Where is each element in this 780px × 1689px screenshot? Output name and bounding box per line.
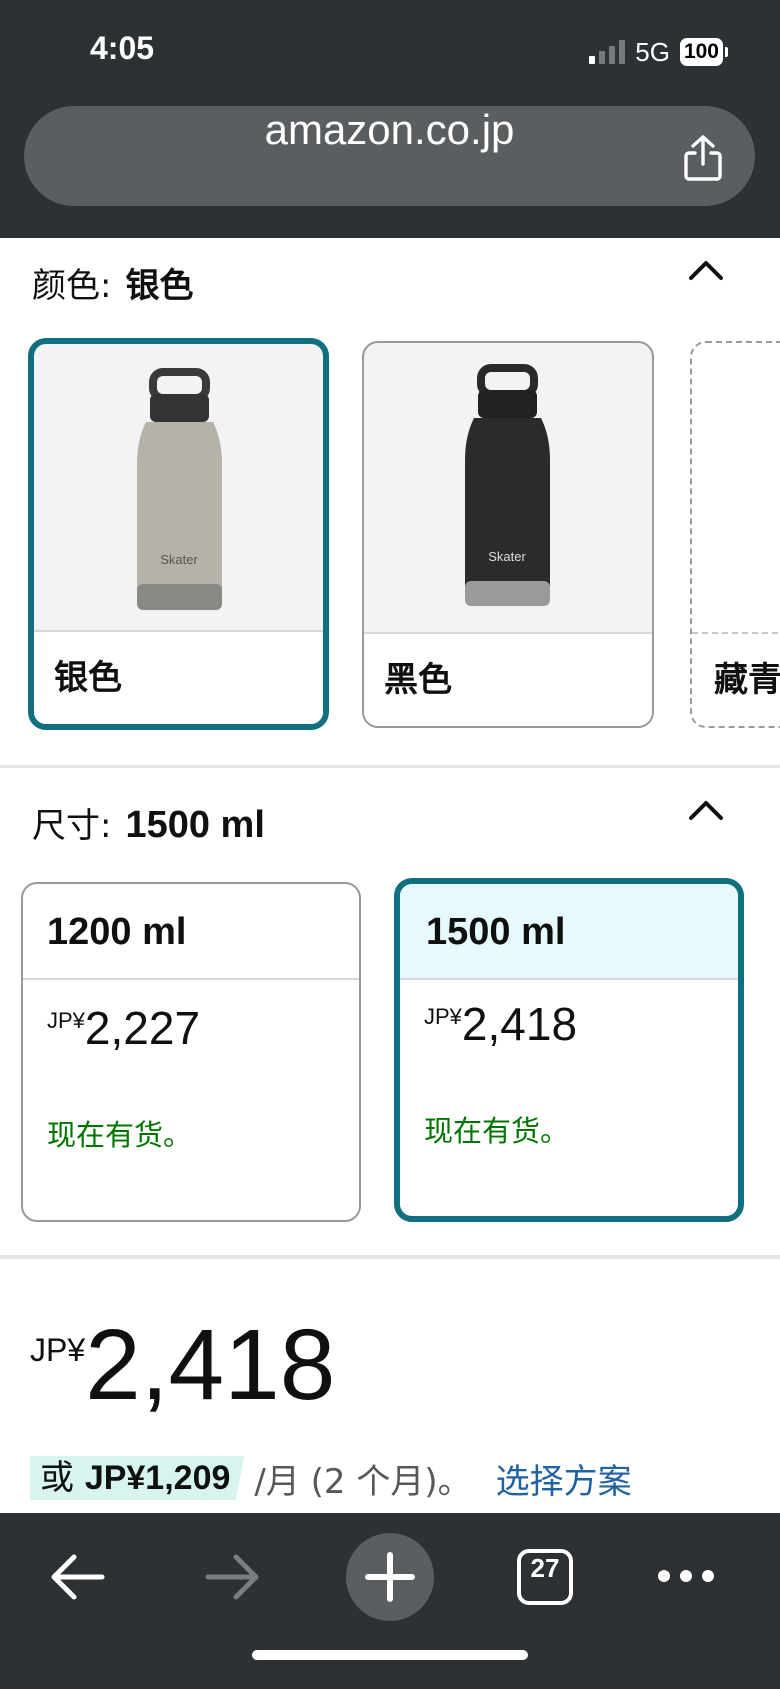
home-indicator bbox=[252, 1650, 528, 1660]
battery-icon: 100 bbox=[679, 38, 728, 66]
browser-bottom-bar: 27 bbox=[0, 1513, 780, 1689]
size-option-title: 1500 ml bbox=[400, 884, 738, 980]
status-time: 4:05 bbox=[90, 30, 155, 66]
status-indicators: 5G 100 bbox=[589, 36, 728, 68]
chevron-up-icon[interactable] bbox=[688, 258, 724, 282]
currency-label: JP¥ bbox=[424, 1004, 462, 1029]
choose-plan-link[interactable]: 选择方案 bbox=[496, 1454, 632, 1503]
installment-amount: JP¥1,209 bbox=[84, 1459, 231, 1497]
chevron-up-icon[interactable] bbox=[688, 798, 724, 822]
forward-arrow-icon[interactable] bbox=[204, 1553, 262, 1601]
color-option-black[interactable]: Skater 黑色 bbox=[362, 341, 654, 728]
size-option-title: 1200 ml bbox=[23, 884, 359, 980]
address-bar[interactable]: amazon.co.jp bbox=[24, 106, 755, 206]
tab-count-button[interactable]: 27 bbox=[517, 1549, 573, 1605]
signal-icon bbox=[589, 40, 626, 64]
back-arrow-icon[interactable] bbox=[48, 1553, 106, 1601]
browser-top-bar: 4:05 5G 100 amazon.co.jp bbox=[0, 0, 780, 238]
color-heading: 颜色: 银色 bbox=[32, 258, 193, 307]
installment-offer: 或 JP¥1,209 /月 (2 个月)。 选择方案 bbox=[30, 1452, 632, 1504]
color-option-label: 藏青 bbox=[692, 632, 780, 726]
stock-status: 现在有货。 bbox=[424, 1114, 570, 1148]
network-label: 5G bbox=[635, 36, 670, 67]
color-option-silver[interactable]: Skater 银色 bbox=[28, 338, 329, 730]
battery-level: 100 bbox=[679, 38, 723, 66]
price-value: 2,418 bbox=[461, 998, 578, 1050]
size-heading: 尺寸: 1500 ml bbox=[32, 798, 265, 847]
color-selected-value: 银色 bbox=[125, 266, 194, 306]
size-selected-value: 1500 ml bbox=[125, 804, 265, 846]
new-tab-button[interactable] bbox=[346, 1533, 434, 1621]
silver-bottle-image: Skater bbox=[137, 368, 222, 610]
installment-highlight: 或 JP¥1,209 bbox=[30, 1456, 245, 1500]
black-bottle-image: Skater bbox=[465, 364, 550, 606]
share-icon[interactable] bbox=[681, 134, 725, 182]
size-option-1500ml[interactable]: 1500 ml JP¥ 2,418 现在有货。 bbox=[394, 878, 744, 1222]
stock-status: 现在有货。 bbox=[47, 1118, 193, 1152]
section-divider bbox=[0, 765, 780, 768]
size-option-1200ml[interactable]: 1200 ml JP¥ 2,227 现在有货。 bbox=[21, 882, 361, 1222]
currency-label: JP¥ bbox=[47, 1008, 85, 1033]
main-price-value: 2,418 bbox=[85, 1309, 336, 1421]
installment-prefix: 或 bbox=[40, 1458, 74, 1498]
installment-terms: /月 (2 个月)。 bbox=[254, 1461, 472, 1502]
more-options-icon[interactable] bbox=[656, 1565, 716, 1587]
size-label: 尺寸: bbox=[32, 806, 112, 846]
plus-icon bbox=[365, 1552, 415, 1602]
bottle-brand-text: Skater bbox=[488, 549, 526, 564]
main-price: JP¥ 2,418 bbox=[30, 1310, 335, 1420]
size-option-price: JP¥ 2,227 bbox=[47, 1002, 200, 1054]
bottle-brand-text: Skater bbox=[160, 552, 198, 567]
url-text[interactable]: amazon.co.jp bbox=[24, 106, 755, 206]
color-label: 颜色: bbox=[32, 266, 112, 306]
size-option-price: JP¥ 2,418 bbox=[424, 998, 577, 1050]
section-divider bbox=[0, 1255, 780, 1259]
color-option-label: 银色 bbox=[34, 630, 323, 724]
color-option-navy[interactable]: 藏青 bbox=[690, 341, 780, 728]
color-option-label: 黑色 bbox=[364, 632, 652, 726]
main-price-currency: JP¥ bbox=[30, 1332, 86, 1368]
price-value: 2,227 bbox=[84, 1002, 201, 1054]
